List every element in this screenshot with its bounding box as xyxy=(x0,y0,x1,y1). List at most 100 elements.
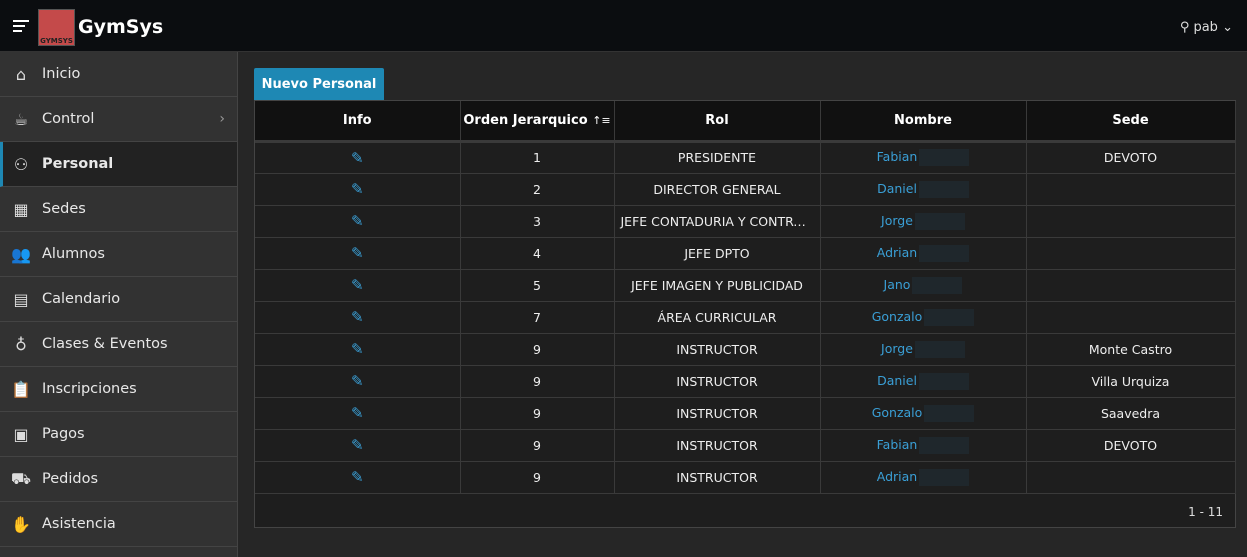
rol-cell: JEFE CONTADURIA Y CONTRA... xyxy=(614,205,821,238)
orden-cell: 9 xyxy=(460,333,615,366)
nombre-link[interactable]: Fabian xyxy=(877,437,918,452)
edit-icon[interactable]: ✎ xyxy=(351,372,364,390)
sidebar-item-pedidos[interactable]: ⛟ Pedidos xyxy=(0,457,237,502)
redacted-block xyxy=(914,340,965,358)
nombre-cell: Jano xyxy=(820,269,1027,302)
rol-cell: JEFE IMAGEN Y PUBLICIDAD xyxy=(614,269,821,302)
nombre-link[interactable]: Gonzalo xyxy=(872,309,923,324)
nombre-link[interactable]: Gonzalo xyxy=(872,405,923,420)
column-header-info[interactable]: Info xyxy=(255,101,461,143)
edit-icon[interactable]: ✎ xyxy=(351,436,364,454)
table-row: ✎ 9 INSTRUCTOR Jorge Monte Castro xyxy=(255,333,1236,366)
orden-cell: 9 xyxy=(460,397,615,430)
column-header-sede[interactable]: Sede xyxy=(1026,101,1236,143)
sidebar-item-clases-eventos[interactable]: ♁ Clases & Eventos xyxy=(0,322,237,367)
column-header-rol[interactable]: Rol xyxy=(614,101,821,143)
nombre-link[interactable]: Adrian xyxy=(877,469,917,484)
sidebar-item-personal[interactable]: ⚇ Personal xyxy=(0,142,237,187)
sidebar-item-label: Clases & Eventos xyxy=(42,336,168,352)
rol-cell: DIRECTOR GENERAL xyxy=(614,173,821,206)
nombre-link[interactable]: Fabian xyxy=(877,149,918,164)
column-header-orden[interactable]: Orden Jerarquico ↑≡ xyxy=(460,101,615,143)
orden-cell: 3 xyxy=(460,205,615,238)
sede-cell: Villa Urquiza xyxy=(1026,365,1236,398)
rol-cell: INSTRUCTOR xyxy=(614,429,821,462)
rol-cell: INSTRUCTOR xyxy=(614,461,821,494)
sidebar-item-asistencia[interactable]: ✋ Asistencia xyxy=(0,502,237,547)
info-cell: ✎ xyxy=(255,141,461,174)
redacted-block xyxy=(918,372,969,390)
sidebar-item-alumnos[interactable]: 👥 Alumnos xyxy=(0,232,237,277)
sidebar-item-control[interactable]: ☕ Control › xyxy=(0,97,237,142)
sidebar-item-inicio[interactable]: ⌂ Inicio xyxy=(0,52,237,97)
sede-cell xyxy=(1026,173,1236,206)
edit-icon[interactable]: ✎ xyxy=(351,404,364,422)
edit-icon[interactable]: ✎ xyxy=(351,468,364,486)
user-icon: ⚲ xyxy=(1179,20,1194,35)
table-row: ✎ 5 JEFE IMAGEN Y PUBLICIDAD Jano xyxy=(255,269,1236,302)
sidebar-icon: ⛟ xyxy=(10,468,32,488)
column-label: Orden Jerarquico xyxy=(463,112,588,128)
redacted-block xyxy=(924,308,975,326)
redacted-block xyxy=(919,468,970,486)
rol-cell: ÁREA CURRICULAR xyxy=(614,301,821,334)
user-menu[interactable]: ⚲ pab ⌄ xyxy=(1180,20,1233,35)
sidebar-item-label: Sedes xyxy=(42,201,86,217)
info-cell: ✎ xyxy=(255,365,461,398)
nombre-cell: Fabian xyxy=(820,429,1027,462)
column-header-nombre[interactable]: Nombre xyxy=(820,101,1027,143)
edit-icon[interactable]: ✎ xyxy=(351,212,364,230)
chevron-right-icon: › xyxy=(219,111,225,127)
sidebar-icon: ⚇ xyxy=(13,154,29,174)
orden-cell: 9 xyxy=(460,365,615,398)
sidebar-icon: 👥 xyxy=(11,244,31,264)
pagination-info: 1 - 11 xyxy=(1188,505,1223,519)
redacted-block xyxy=(918,180,969,198)
nombre-link[interactable]: Jano xyxy=(884,277,911,292)
chevron-down-icon: ⌄ xyxy=(1222,20,1233,35)
orden-cell: 2 xyxy=(460,173,615,206)
info-cell: ✎ xyxy=(255,301,461,334)
orden-cell: 4 xyxy=(460,237,615,270)
nombre-link[interactable]: Daniel xyxy=(877,373,917,388)
redacted-block xyxy=(919,436,970,454)
nombre-cell: Jorge xyxy=(820,205,1027,238)
sidebar-icon: ▦ xyxy=(13,199,29,219)
sidebar-item-sedes[interactable]: ▦ Sedes xyxy=(0,187,237,232)
sidebar-item-label: Alumnos xyxy=(42,246,105,262)
table-row: ✎ 9 INSTRUCTOR Adrian xyxy=(255,461,1236,494)
rol-cell: JEFE DPTO xyxy=(614,237,821,270)
nombre-link[interactable]: Jorge xyxy=(881,341,913,356)
table-row: ✎ 7 ÁREA CURRICULAR Gonzalo xyxy=(255,301,1236,334)
info-cell: ✎ xyxy=(255,205,461,238)
sidebar-icon: 📋 xyxy=(11,379,31,399)
sidebar-item-pagos[interactable]: ▣ Pagos xyxy=(0,412,237,457)
nombre-link[interactable]: Jorge xyxy=(881,213,913,228)
new-personal-button[interactable]: Nuevo Personal xyxy=(254,68,384,100)
sidebar-item-label: Asistencia xyxy=(42,516,116,532)
orden-cell: 5 xyxy=(460,269,615,302)
nombre-cell: Gonzalo xyxy=(820,301,1027,334)
sidebar-item-inscripciones[interactable]: 📋 Inscripciones xyxy=(0,367,237,412)
sidebar: ⌂ Inicio ☕ Control › ⚇ Personal ▦ Sedes 👥 Alumnos ▤… xyxy=(0,52,238,557)
table-row: ✎ 3 JEFE CONTADURIA Y CONTRA... Jorge xyxy=(255,205,1236,238)
edit-icon[interactable]: ✎ xyxy=(351,149,364,167)
info-cell: ✎ xyxy=(255,397,461,430)
nombre-link[interactable]: Adrian xyxy=(877,245,917,260)
sidebar-icon: ☕ xyxy=(13,109,29,129)
edit-icon[interactable]: ✎ xyxy=(351,180,364,198)
sidebar-item-calendario[interactable]: ▤ Calendario xyxy=(0,277,237,322)
rol-cell: INSTRUCTOR xyxy=(614,397,821,430)
info-cell: ✎ xyxy=(255,237,461,270)
edit-icon[interactable]: ✎ xyxy=(351,244,364,262)
redacted-block xyxy=(912,276,963,294)
menu-toggle-icon[interactable] xyxy=(13,20,29,32)
sidebar-item-label: Pedidos xyxy=(42,471,99,487)
rol-cell: INSTRUCTOR xyxy=(614,333,821,366)
sort-ascending-icon: ↑≡ xyxy=(592,113,611,127)
edit-icon[interactable]: ✎ xyxy=(351,340,364,358)
edit-icon[interactable]: ✎ xyxy=(351,276,364,294)
edit-icon[interactable]: ✎ xyxy=(351,308,364,326)
nombre-cell: Adrian xyxy=(820,461,1027,494)
nombre-link[interactable]: Daniel xyxy=(877,181,917,196)
